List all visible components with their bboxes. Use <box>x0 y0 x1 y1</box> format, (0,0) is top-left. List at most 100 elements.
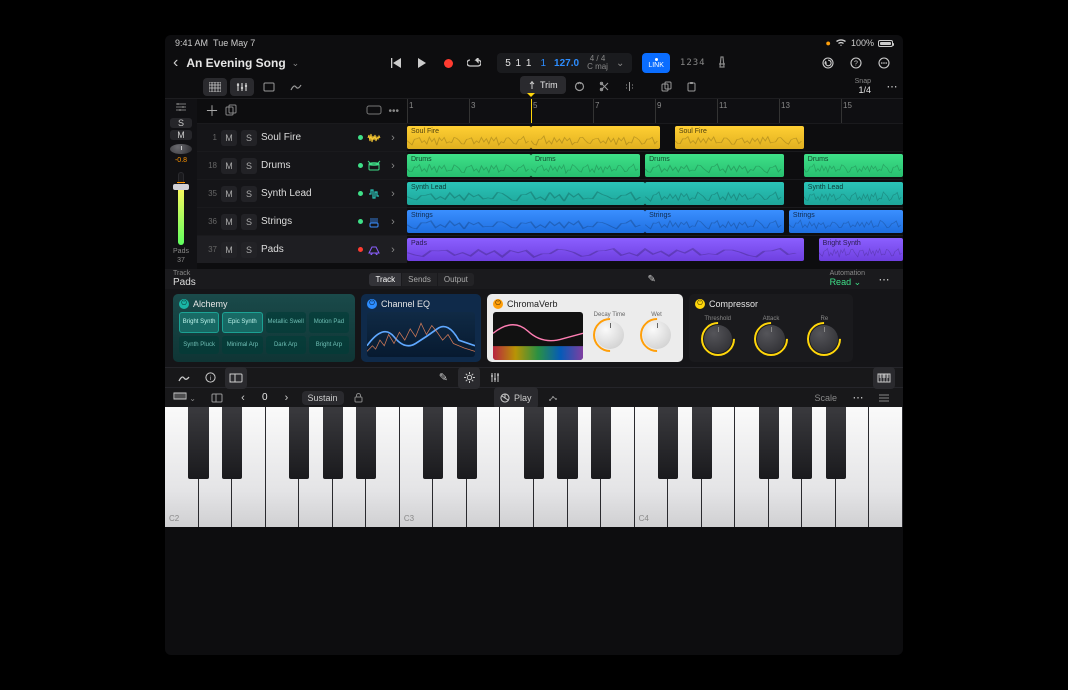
inspector-tabs[interactable]: TrackSendsOutput <box>369 273 473 286</box>
instrument-icon[interactable] <box>367 243 381 257</box>
kb-more-button[interactable]: ⋯ <box>847 387 869 409</box>
solo-button[interactable]: S <box>241 158 257 174</box>
record-enable-icon[interactable] <box>358 219 363 224</box>
plugin-alchemy[interactable]: ⏻Alchemy Bright SynthEpic SynthMetallic … <box>173 294 355 362</box>
split-view-button[interactable] <box>206 387 228 409</box>
loop-tool-button[interactable] <box>569 76 591 98</box>
record-enable-icon[interactable] <box>358 163 363 168</box>
black-key[interactable] <box>826 407 846 479</box>
duplicate-track-button[interactable] <box>225 104 237 119</box>
inspector-tab[interactable]: Output <box>438 273 474 286</box>
mute-button[interactable]: M <box>221 242 237 258</box>
back-button[interactable]: ‹ <box>173 54 178 72</box>
plugin-chromaverb[interactable]: ⏻ChromaVerb Decay Time Wet <box>487 294 683 362</box>
record-enable-icon[interactable] <box>358 191 363 196</box>
black-key[interactable] <box>557 407 577 479</box>
region[interactable]: Bright Synth <box>819 238 903 261</box>
region[interactable]: Strings <box>407 210 645 233</box>
keyboard-view-button[interactable] <box>225 367 247 389</box>
solo-button[interactable]: S <box>241 186 257 202</box>
automation-mode[interactable]: Read ⌄ <box>830 277 862 288</box>
copy-button[interactable] <box>656 76 678 98</box>
track-header[interactable]: 37 M S Pads › <box>197 236 407 263</box>
region[interactable]: Synth Lead <box>407 182 645 205</box>
info-button[interactable]: i <box>199 367 221 389</box>
scale-button[interactable]: Scale <box>808 387 843 409</box>
preset-cell[interactable]: Synth Pluck <box>179 336 219 355</box>
edit-button[interactable]: ✎ <box>432 367 454 389</box>
preset-cell[interactable]: Motion Pad <box>309 312 349 333</box>
link-button[interactable]: LINK <box>642 53 670 73</box>
instrument-icon[interactable] <box>367 131 381 145</box>
mute-button[interactable]: M <box>221 130 237 146</box>
record-button[interactable] <box>437 52 459 74</box>
power-icon[interactable]: ⏻ <box>179 299 189 309</box>
piano-toggle-button[interactable] <box>873 367 895 389</box>
record-enable-icon[interactable] <box>358 135 363 140</box>
lock-button[interactable] <box>348 387 370 409</box>
region[interactable] <box>531 126 660 149</box>
region[interactable]: Strings <box>645 210 784 233</box>
strip-solo-button[interactable]: S <box>170 118 192 128</box>
black-key[interactable] <box>457 407 477 479</box>
oct-down-button[interactable]: ‹ <box>232 387 254 409</box>
toolbar-more-button[interactable]: ⋯ <box>881 76 903 98</box>
solo-button[interactable]: S <box>241 214 257 230</box>
split-tool-button[interactable] <box>619 76 641 98</box>
arpeggiator-button[interactable] <box>542 387 564 409</box>
region[interactable]: Strings <box>789 210 903 233</box>
black-key[interactable] <box>188 407 208 479</box>
strip-mute-button[interactable]: M <box>170 130 192 140</box>
preset-cell[interactable]: Epic Synth <box>222 312 262 333</box>
preset-cell[interactable]: Minimal Arp <box>222 336 262 355</box>
volume-fader[interactable] <box>178 172 184 245</box>
black-key[interactable] <box>591 407 611 479</box>
scissors-tool-button[interactable] <box>594 76 616 98</box>
lcd-display[interactable]: 5 1 1 1 127.0 4 / 4C maj ⌄ <box>497 53 632 73</box>
track-lane[interactable]: Soul FireSoul Fire <box>407 124 903 151</box>
expand-button[interactable]: › <box>385 214 401 230</box>
preset-cell[interactable]: Bright Synth <box>179 312 219 333</box>
region[interactable]: Drums <box>645 154 784 177</box>
settings-button[interactable] <box>873 52 895 74</box>
solo-button[interactable]: S <box>241 130 257 146</box>
view-single-button[interactable] <box>257 78 281 96</box>
instrument-icon[interactable] <box>367 187 381 201</box>
view-grid-button[interactable] <box>203 78 227 96</box>
help-button[interactable]: ? <box>845 52 867 74</box>
mute-button[interactable]: M <box>221 186 237 202</box>
snap-indicator[interactable]: Snap 1/4 <box>855 78 871 96</box>
track-lane[interactable]: Pads Bright Synth <box>407 236 903 263</box>
region[interactable]: Soul Fire <box>407 126 531 149</box>
instrument-icon[interactable] <box>367 215 381 229</box>
black-key[interactable] <box>222 407 242 479</box>
expand-button[interactable]: › <box>385 130 401 146</box>
trim-tool-button[interactable]: Trim <box>520 76 566 94</box>
region[interactable] <box>645 182 784 205</box>
add-track-button[interactable]: ＋ <box>205 101 219 121</box>
song-menu-chevron-icon[interactable]: ⌄ <box>292 58 300 69</box>
region[interactable]: Drums <box>531 154 640 177</box>
expand-button[interactable]: › <box>385 158 401 174</box>
play-button[interactable] <box>411 52 433 74</box>
go-to-start-button[interactable] <box>385 52 407 74</box>
black-key[interactable] <box>759 407 779 479</box>
region[interactable]: Pads <box>407 238 804 261</box>
solo-button[interactable]: S <box>241 242 257 258</box>
black-key[interactable] <box>658 407 678 479</box>
inspector-more-button[interactable]: ⋯ <box>873 268 895 290</box>
presets-button[interactable] <box>458 367 480 389</box>
track-header[interactable]: 35 M S Synth Lead › <box>197 180 407 207</box>
preset-cell[interactable]: Metallic Swell <box>266 312 306 333</box>
comp-knob[interactable] <box>757 325 785 353</box>
power-icon[interactable]: ⏻ <box>367 299 377 309</box>
sustain-button[interactable]: Sustain <box>302 391 344 405</box>
power-icon[interactable]: ⏻ <box>695 299 705 309</box>
wet-knob[interactable] <box>643 321 671 349</box>
mute-button[interactable]: M <box>221 214 237 230</box>
track-header[interactable]: 36 M S Strings › <box>197 208 407 235</box>
paste-button[interactable] <box>681 76 703 98</box>
cycle-button[interactable] <box>463 52 485 74</box>
plugin-channel-eq[interactable]: ⏻Channel EQ <box>361 294 481 362</box>
black-key[interactable] <box>792 407 812 479</box>
